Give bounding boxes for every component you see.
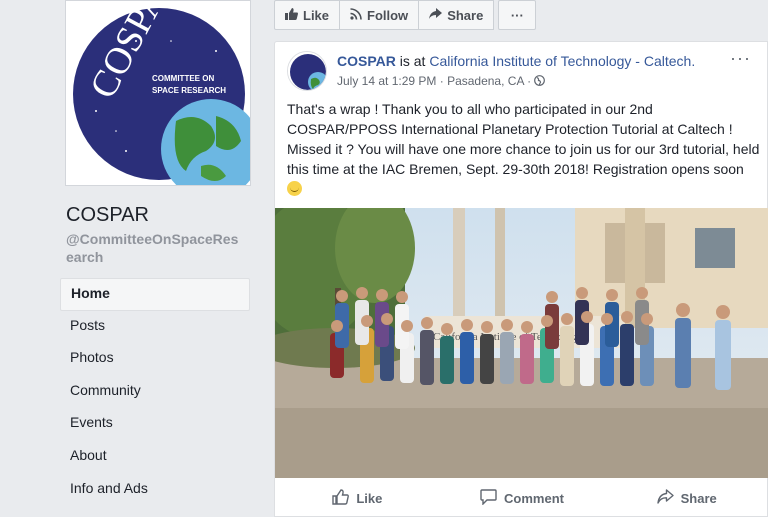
smile-emoji-icon: [287, 181, 302, 196]
rss-icon: [350, 7, 362, 23]
left-column: COSPAR COMMITTEE ON SPACE RESEARCH COSPA…: [0, 0, 262, 517]
thumbs-up-icon: [285, 7, 298, 23]
post-text: That's a wrap ! Thank you to all who par…: [287, 99, 761, 199]
author-avatar[interactable]: [287, 51, 327, 91]
nav-item-info-and-ads[interactable]: Info and Ads: [60, 474, 250, 507]
logo-sub2: SPACE RESEARCH: [152, 86, 226, 95]
share-page-button[interactable]: Share: [418, 0, 495, 30]
post-share-label: Share: [680, 490, 717, 506]
nav-item-home[interactable]: Home: [60, 278, 250, 311]
group-photo-image: California Institute of Technolog: [275, 208, 768, 478]
post-photo[interactable]: California Institute of Technolog: [275, 208, 768, 478]
page-nav: Home Posts Photos Community Events About…: [60, 278, 250, 506]
logo-sub1: COMMITTEE ON: [152, 74, 214, 83]
post-like-button[interactable]: Like: [275, 483, 440, 513]
share-arrow-outline-icon: [656, 489, 674, 507]
post-body: That's a wrap ! Thank you to all who par…: [287, 101, 760, 177]
nav-item-posts[interactable]: Posts: [60, 311, 250, 344]
share-arrow-icon: [429, 8, 443, 22]
comment-bubble-icon: [480, 488, 497, 508]
nav-item-photos[interactable]: Photos: [60, 343, 250, 376]
nav-item-community[interactable]: Community: [60, 376, 250, 409]
like-page-button[interactable]: Like: [274, 0, 341, 30]
post-actions: Like Comment Share: [275, 483, 768, 513]
nav-item-about[interactable]: About: [60, 441, 250, 474]
cospar-logo: COSPAR COMMITTEE ON SPACE RESEARCH: [66, 1, 250, 185]
follow-label: Follow: [367, 7, 409, 23]
post-share-button[interactable]: Share: [604, 483, 768, 513]
like-page-label: Like: [303, 7, 330, 23]
post-comment-label: Comment: [504, 490, 564, 506]
post-place[interactable]: Pasadena, CA: [447, 74, 524, 88]
post-author-link[interactable]: COSPAR: [337, 53, 396, 69]
page-name[interactable]: COSPAR: [66, 204, 149, 227]
post-card: COSPAR is at California Institute of Tec…: [274, 41, 768, 517]
meta-separator: ·: [436, 74, 448, 88]
profile-picture[interactable]: COSPAR COMMITTEE ON SPACE RESEARCH: [65, 0, 251, 186]
post-comment-button[interactable]: Comment: [440, 483, 605, 513]
location-link[interactable]: California Institute of Technology - Cal…: [429, 53, 695, 69]
post-like-label: Like: [356, 490, 383, 506]
is-at-text: is at: [395, 53, 430, 69]
globe-icon[interactable]: [534, 74, 546, 88]
share-page-label: Share: [447, 7, 484, 23]
page-handle[interactable]: @CommitteeOnSpaceResearch: [66, 230, 246, 266]
follow-button[interactable]: Follow: [339, 0, 420, 30]
more-options-button[interactable]: ···: [498, 0, 537, 30]
thumbs-up-outline-icon: [332, 488, 350, 508]
post-date[interactable]: July 14 at 1:29 PM: [337, 74, 436, 88]
meta-separator-2: ·: [523, 74, 535, 88]
nav-item-events[interactable]: Events: [60, 408, 250, 441]
post-meta: July 14 at 1:29 PM · Pasadena, CA ·: [337, 74, 546, 88]
page-actions: Like Follow Share ···: [274, 0, 537, 30]
post-header: COSPAR is at California Institute of Tec…: [337, 53, 695, 69]
post-options-button[interactable]: ···: [730, 48, 751, 69]
